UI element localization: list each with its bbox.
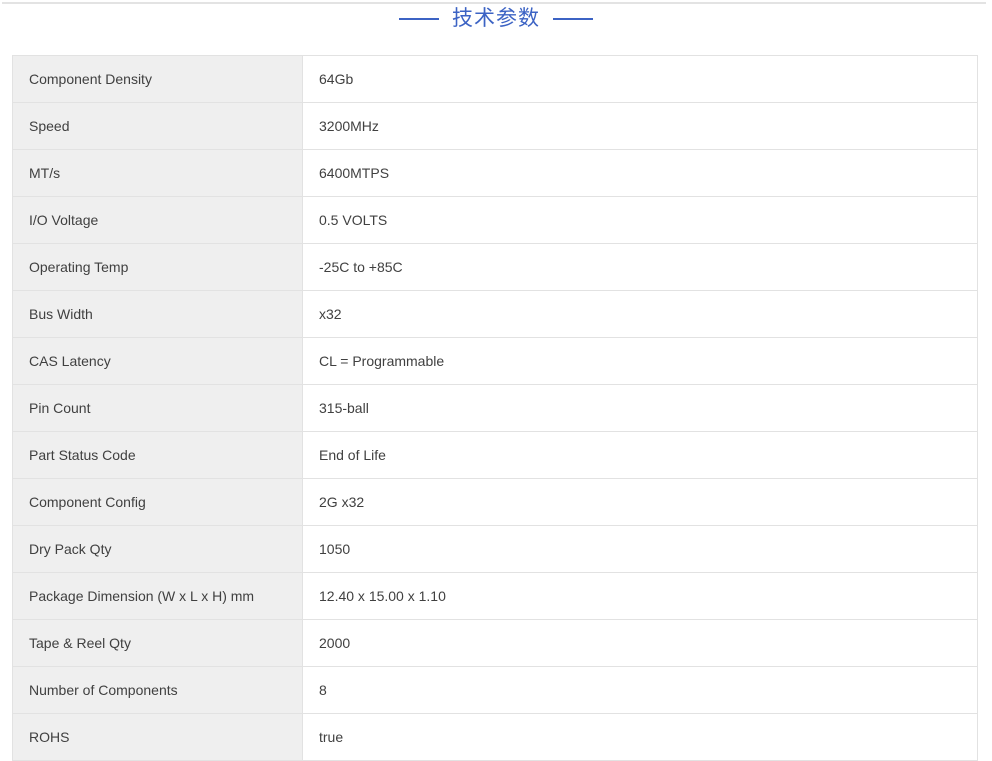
spec-value-cell: 64Gb <box>303 56 978 103</box>
spec-label-cell: Package Dimension (W x L x H) mm <box>13 573 303 620</box>
spec-label-cell: Tape & Reel Qty <box>13 620 303 667</box>
spec-table-row: Number of Components 8 <box>13 667 978 714</box>
spec-table-row: Bus Width x32 <box>13 291 978 338</box>
spec-table-row: Component Config 2G x32 <box>13 479 978 526</box>
spec-label-cell: Dry Pack Qty <box>13 526 303 573</box>
product-spec-page: 技术参数 Component Density 64Gb Speed 3200MH… <box>0 0 992 761</box>
spec-table-row: ROHS true <box>13 714 978 761</box>
spec-value-cell: x32 <box>303 291 978 338</box>
spec-table-row: Operating Temp -25C to +85C <box>13 244 978 291</box>
spec-value-cell: 12.40 x 15.00 x 1.10 <box>303 573 978 620</box>
spec-value-cell: End of Life <box>303 432 978 479</box>
spec-value-cell: true <box>303 714 978 761</box>
page-title: 技术参数 <box>452 6 540 32</box>
section-title: 技术参数 <box>0 4 992 34</box>
spec-label-cell: Pin Count <box>13 385 303 432</box>
spec-table-row: CAS Latency CL = Programmable <box>13 338 978 385</box>
spec-value-cell: 8 <box>303 667 978 714</box>
spec-label-cell: Operating Temp <box>13 244 303 291</box>
spec-label-cell: Component Config <box>13 479 303 526</box>
spec-table-row: I/O Voltage 0.5 VOLTS <box>13 197 978 244</box>
spec-label-cell: Number of Components <box>13 667 303 714</box>
spec-value-cell: 2G x32 <box>303 479 978 526</box>
spec-label-cell: Part Status Code <box>13 432 303 479</box>
spec-table-row: Component Density 64Gb <box>13 56 978 103</box>
spec-table-row: Part Status Code End of Life <box>13 432 978 479</box>
title-dash-right <box>553 18 593 20</box>
spec-value-cell: CL = Programmable <box>303 338 978 385</box>
spec-value-cell: 3200MHz <box>303 103 978 150</box>
spec-label-cell: CAS Latency <box>13 338 303 385</box>
spec-table-row: MT/s 6400MTPS <box>13 150 978 197</box>
spec-label-cell: Bus Width <box>13 291 303 338</box>
spec-table-body: Component Density 64Gb Speed 3200MHz MT/… <box>13 56 978 761</box>
spec-table-row: Tape & Reel Qty 2000 <box>13 620 978 667</box>
spec-value-cell: 6400MTPS <box>303 150 978 197</box>
spec-label-cell: I/O Voltage <box>13 197 303 244</box>
title-dash-left <box>399 18 439 20</box>
spec-label-cell: Component Density <box>13 56 303 103</box>
spec-value-cell: 0.5 VOLTS <box>303 197 978 244</box>
spec-value-cell: 1050 <box>303 526 978 573</box>
spec-table-row: Speed 3200MHz <box>13 103 978 150</box>
spec-value-cell: 315-ball <box>303 385 978 432</box>
spec-value-cell: -25C to +85C <box>303 244 978 291</box>
spec-label-cell: Speed <box>13 103 303 150</box>
spec-value-cell: 2000 <box>303 620 978 667</box>
spec-table-row: Package Dimension (W x L x H) mm 12.40 x… <box>13 573 978 620</box>
spec-table-row: Dry Pack Qty 1050 <box>13 526 978 573</box>
spec-label-cell: MT/s <box>13 150 303 197</box>
spec-table-row: Pin Count 315-ball <box>13 385 978 432</box>
spec-table: Component Density 64Gb Speed 3200MHz MT/… <box>12 55 978 761</box>
spec-label-cell: ROHS <box>13 714 303 761</box>
